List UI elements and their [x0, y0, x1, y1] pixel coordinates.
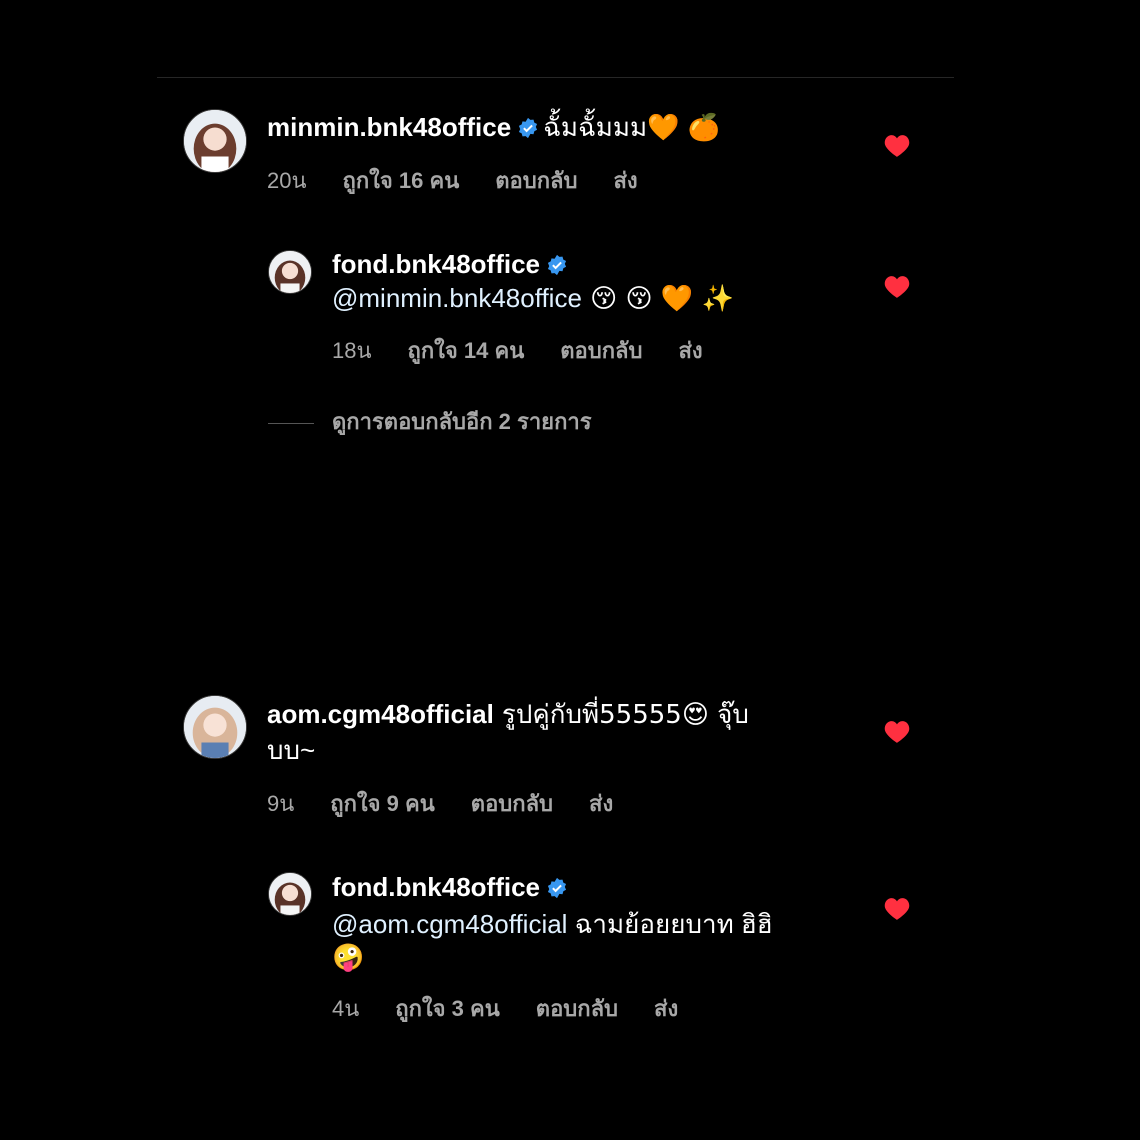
- timestamp: 20น: [267, 168, 307, 193]
- comment-text: ฉามย้อยยบาท ฮิฮิ: [567, 909, 773, 939]
- send-button[interactable]: ส่ง: [613, 168, 637, 193]
- reply-button[interactable]: ตอบกลับ: [560, 338, 642, 363]
- comment-meta: 4น ถูกใจ 3 คน ตอบกลับ ส่ง: [332, 991, 714, 1026]
- verified-badge-icon: [517, 117, 539, 139]
- send-button[interactable]: ส่ง: [589, 791, 613, 816]
- reply-button[interactable]: ตอบกลับ: [536, 996, 618, 1021]
- comment-line: @aom.cgm48official ฉามย้อยยบาท ฮิฮิ: [332, 907, 773, 941]
- comment-text: บบ~: [267, 735, 316, 765]
- mention-link[interactable]: @aom.cgm48official: [332, 909, 567, 939]
- mention-link[interactable]: @minmin.bnk48office: [332, 283, 582, 313]
- comment-line: aom.cgm48official รูปคู่กับพี่55555😍 จุ๊บ: [267, 697, 749, 732]
- username[interactable]: minmin.bnk48office: [267, 112, 511, 142]
- username[interactable]: aom.cgm48official: [267, 699, 494, 729]
- like-heart-icon[interactable]: [884, 720, 910, 744]
- send-button[interactable]: ส่ง: [678, 338, 702, 363]
- avatar[interactable]: [268, 872, 312, 916]
- likes-count[interactable]: ถูกใจ 16 คน: [343, 168, 460, 193]
- comment-text: 😚 😚 🧡 ✨: [581, 284, 734, 314]
- avatar[interactable]: [268, 250, 312, 294]
- reply-button[interactable]: ตอบกลับ: [495, 168, 577, 193]
- comment-meta: 18น ถูกใจ 14 คน ตอบกลับ ส่ง: [332, 333, 739, 368]
- comment-meta: 9น ถูกใจ 9 คน ตอบกลับ ส่ง: [267, 786, 649, 821]
- timestamp: 9น: [267, 791, 295, 816]
- comment-line-continued: 🤪: [332, 940, 364, 975]
- comment-line: fond.bnk48office: [332, 247, 572, 281]
- view-more-replies-button[interactable]: ดูการตอบกลับอีก 2 รายการ: [268, 404, 592, 439]
- send-button[interactable]: ส่ง: [654, 996, 678, 1021]
- username[interactable]: fond.bnk48office: [332, 249, 540, 279]
- timestamp: 4น: [332, 996, 360, 1021]
- comment-line: fond.bnk48office: [332, 870, 572, 904]
- top-divider: [157, 77, 954, 78]
- reply-button[interactable]: ตอบกลับ: [471, 791, 553, 816]
- view-replies-label: ดูการตอบกลับอีก 2 รายการ: [332, 409, 592, 434]
- comment-meta: 20น ถูกใจ 16 คน ตอบกลับ ส่ง: [267, 163, 674, 198]
- comment-text: รูปคู่กับพี่55555😍 จุ๊บ: [501, 700, 749, 730]
- avatar[interactable]: [183, 109, 247, 173]
- replies-divider: [268, 422, 314, 424]
- likes-count[interactable]: ถูกใจ 14 คน: [408, 338, 525, 363]
- comment-line-continued: บบ~: [267, 733, 315, 767]
- username[interactable]: fond.bnk48office: [332, 872, 540, 902]
- comment-line: minmin.bnk48office ฉั้มฉั้มมม🧡 🍊: [267, 110, 720, 145]
- comment-text: ฉั้มฉั้มมม🧡 🍊: [543, 113, 721, 143]
- likes-count[interactable]: ถูกใจ 9 คน: [330, 791, 435, 816]
- comment-line: @minmin.bnk48office 😚 😚 🧡 ✨: [332, 281, 734, 316]
- verified-badge-icon: [546, 254, 568, 276]
- verified-badge-icon: [546, 877, 568, 899]
- like-heart-icon[interactable]: [884, 275, 910, 299]
- like-heart-icon[interactable]: [884, 134, 910, 158]
- timestamp: 18น: [332, 338, 372, 363]
- avatar[interactable]: [183, 695, 247, 759]
- likes-count[interactable]: ถูกใจ 3 คน: [395, 996, 500, 1021]
- like-heart-icon[interactable]: [884, 897, 910, 921]
- comment-text: 🤪: [332, 943, 365, 973]
